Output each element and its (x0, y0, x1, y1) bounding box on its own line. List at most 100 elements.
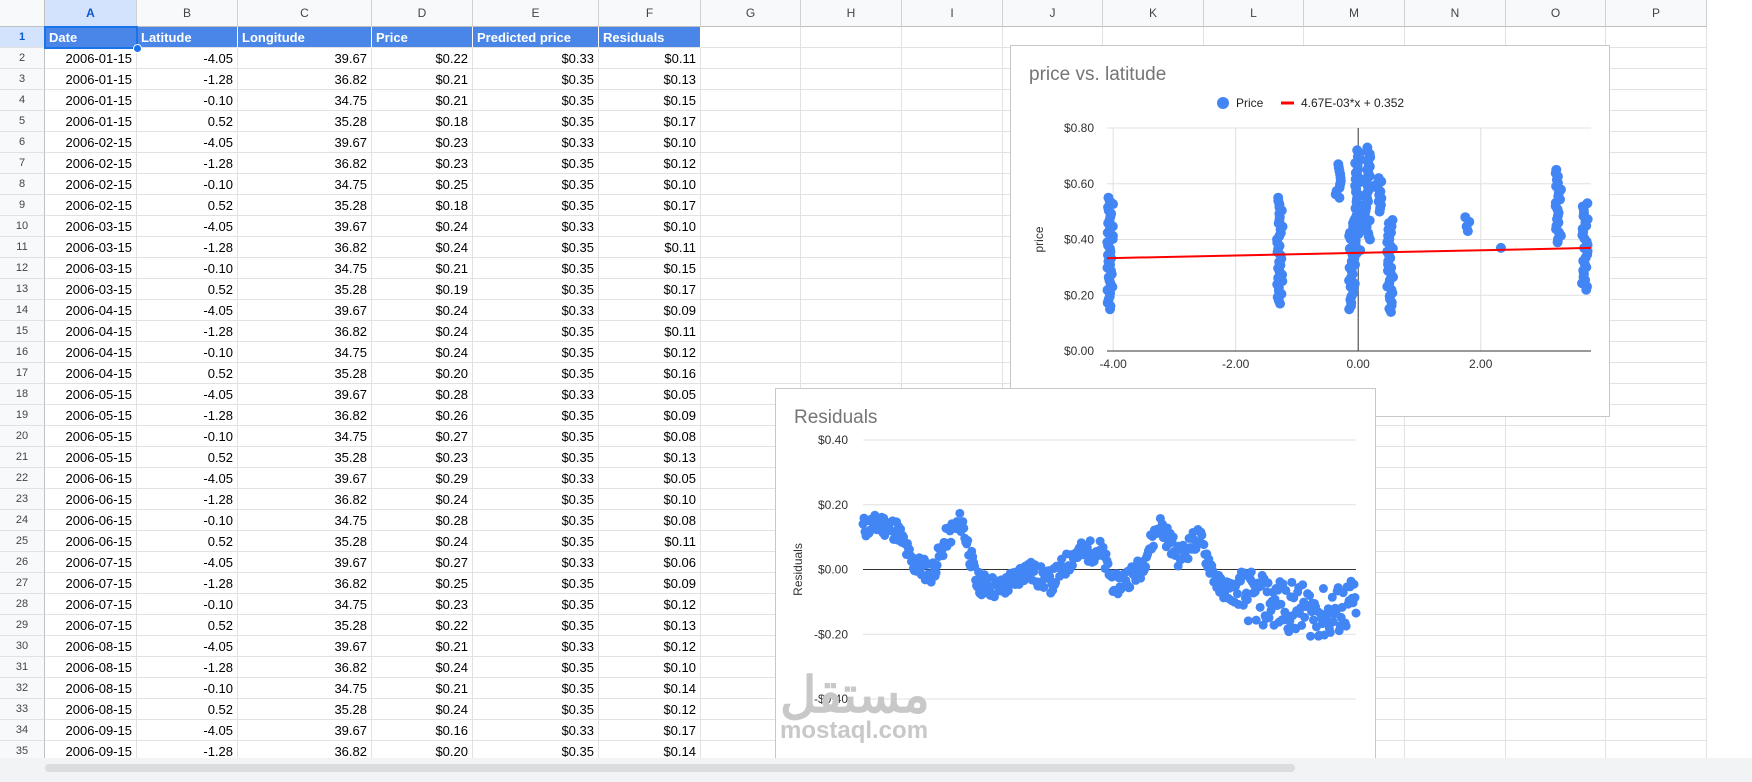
row-header[interactable]: 26 (0, 552, 45, 573)
table-cell[interactable]: $0.10 (599, 657, 701, 678)
table-cell[interactable]: $0.12 (599, 636, 701, 657)
table-cell[interactable] (1506, 489, 1606, 510)
table-cell[interactable] (701, 174, 801, 195)
table-cell[interactable]: $0.35 (473, 69, 599, 90)
table-cell[interactable]: 2006-03-15 (45, 216, 137, 237)
table-cell[interactable] (701, 237, 801, 258)
table-cell[interactable] (1606, 216, 1707, 237)
table-cell[interactable]: $0.16 (599, 363, 701, 384)
table-cell[interactable]: -4.05 (137, 300, 238, 321)
table-cell[interactable]: 2006-07-15 (45, 615, 137, 636)
table-cell[interactable] (801, 69, 902, 90)
table-cell[interactable]: 39.67 (238, 216, 372, 237)
table-cell[interactable]: 34.75 (238, 594, 372, 615)
table-cell[interactable] (801, 48, 902, 69)
table-cell[interactable]: $0.09 (599, 405, 701, 426)
table-cell[interactable]: 2006-06-15 (45, 468, 137, 489)
table-cell[interactable]: 34.75 (238, 510, 372, 531)
table-cell[interactable] (701, 111, 801, 132)
table-cell[interactable]: $0.23 (372, 447, 473, 468)
table-cell[interactable]: 2006-01-15 (45, 48, 137, 69)
table-cell[interactable] (1405, 573, 1506, 594)
table-cell[interactable] (902, 300, 1003, 321)
table-cell[interactable] (902, 279, 1003, 300)
column-header[interactable]: B (137, 0, 238, 27)
row-header[interactable]: 31 (0, 657, 45, 678)
table-cell[interactable]: $0.21 (372, 636, 473, 657)
table-cell[interactable]: $0.15 (599, 90, 701, 111)
header-cell[interactable] (902, 27, 1003, 48)
column-header[interactable]: D (372, 0, 473, 27)
table-cell[interactable]: $0.18 (372, 111, 473, 132)
table-cell[interactable]: -1.28 (137, 153, 238, 174)
table-cell[interactable] (1606, 594, 1707, 615)
table-cell[interactable]: $0.06 (599, 552, 701, 573)
table-cell[interactable]: 39.67 (238, 384, 372, 405)
table-cell[interactable]: 2006-04-15 (45, 363, 137, 384)
table-cell[interactable]: $0.33 (473, 552, 599, 573)
table-cell[interactable] (1506, 699, 1606, 720)
table-cell[interactable] (1506, 573, 1606, 594)
table-cell[interactable] (902, 216, 1003, 237)
table-cell[interactable] (701, 363, 801, 384)
table-cell[interactable]: 2006-05-15 (45, 426, 137, 447)
table-cell[interactable] (701, 342, 801, 363)
table-cell[interactable]: 2006-06-15 (45, 489, 137, 510)
table-cell[interactable]: -4.05 (137, 216, 238, 237)
table-cell[interactable] (801, 153, 902, 174)
column-header[interactable]: J (1003, 0, 1103, 27)
row-header[interactable]: 12 (0, 258, 45, 279)
table-cell[interactable]: 36.82 (238, 69, 372, 90)
table-cell[interactable]: $0.12 (599, 153, 701, 174)
table-cell[interactable] (1606, 237, 1707, 258)
table-cell[interactable]: -1.28 (137, 321, 238, 342)
table-cell[interactable]: 35.28 (238, 531, 372, 552)
table-cell[interactable] (1506, 720, 1606, 741)
table-cell[interactable]: 35.28 (238, 279, 372, 300)
row-header[interactable]: 24 (0, 510, 45, 531)
table-cell[interactable] (1606, 720, 1707, 741)
column-header[interactable]: N (1405, 0, 1506, 27)
table-cell[interactable]: 39.67 (238, 132, 372, 153)
table-cell[interactable]: 35.28 (238, 699, 372, 720)
column-header[interactable]: C (238, 0, 372, 27)
table-cell[interactable]: $0.33 (473, 636, 599, 657)
table-cell[interactable]: $0.17 (599, 279, 701, 300)
table-cell[interactable] (1405, 615, 1506, 636)
column-header[interactable]: E (473, 0, 599, 27)
table-cell[interactable]: 36.82 (238, 153, 372, 174)
table-cell[interactable]: 2006-09-15 (45, 720, 137, 741)
table-cell[interactable] (801, 90, 902, 111)
table-cell[interactable]: $0.33 (473, 300, 599, 321)
table-cell[interactable]: $0.24 (372, 489, 473, 510)
table-cell[interactable] (1506, 468, 1606, 489)
table-cell[interactable]: 2006-04-15 (45, 321, 137, 342)
table-cell[interactable]: 34.75 (238, 678, 372, 699)
row-header[interactable]: 8 (0, 174, 45, 195)
table-cell[interactable] (902, 48, 1003, 69)
table-cell[interactable]: $0.21 (372, 69, 473, 90)
row-header[interactable]: 27 (0, 573, 45, 594)
row-header[interactable]: 9 (0, 195, 45, 216)
table-cell[interactable]: $0.35 (473, 342, 599, 363)
row-header[interactable]: 25 (0, 531, 45, 552)
table-cell[interactable] (1606, 384, 1707, 405)
table-cell[interactable]: 2006-08-15 (45, 657, 137, 678)
table-cell[interactable]: $0.17 (599, 111, 701, 132)
table-cell[interactable]: 0.52 (137, 615, 238, 636)
table-cell[interactable] (902, 363, 1003, 384)
table-cell[interactable]: $0.33 (473, 132, 599, 153)
row-header[interactable]: 29 (0, 615, 45, 636)
table-cell[interactable]: $0.23 (372, 132, 473, 153)
price-vs-latitude-chart[interactable]: price vs. latitude $0.00 $0.20 $0.40 $0.60 $… (1010, 45, 1610, 417)
row-header[interactable]: 1 (0, 27, 45, 48)
table-cell[interactable]: $0.24 (372, 237, 473, 258)
table-cell[interactable]: 2006-08-15 (45, 699, 137, 720)
table-cell[interactable]: $0.09 (599, 573, 701, 594)
table-cell[interactable]: $0.12 (599, 699, 701, 720)
table-cell[interactable] (902, 174, 1003, 195)
header-cell[interactable]: Longitude (238, 27, 372, 48)
table-cell[interactable]: $0.22 (372, 615, 473, 636)
table-cell[interactable] (701, 321, 801, 342)
table-cell[interactable]: $0.13 (599, 615, 701, 636)
